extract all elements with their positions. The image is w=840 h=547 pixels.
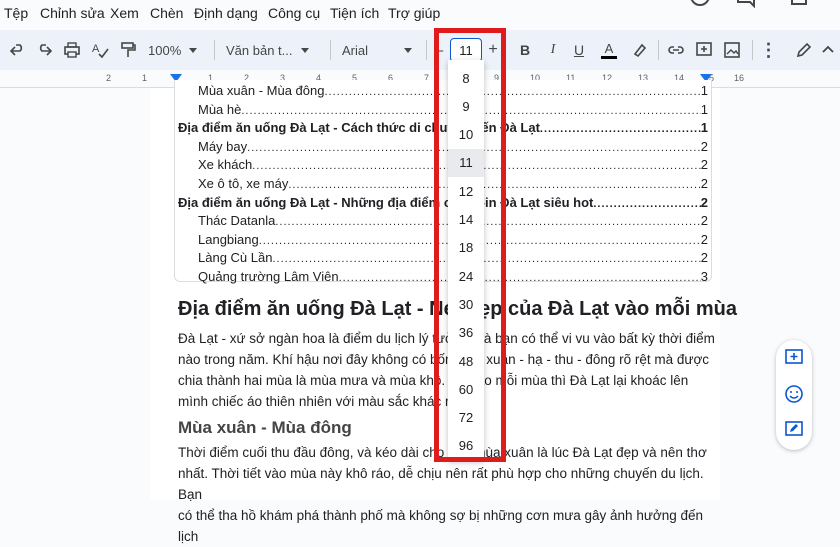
menu-help[interactable]: Trợ giúp — [388, 5, 440, 21]
comments-icon[interactable] — [736, 0, 756, 8]
toolbar-divider — [752, 40, 753, 60]
font-value: Arial — [342, 42, 369, 58]
suggest-edits-icon[interactable] — [784, 420, 804, 440]
toc-entry-page: 2 — [700, 231, 708, 247]
zoom-value: 100% — [148, 42, 182, 58]
toc-entry-page: 1 — [700, 120, 708, 136]
toc-entry-title: Mùa hè — [198, 101, 242, 117]
toc-entry-title: Xe ô tô, xe máy — [198, 176, 289, 191]
meet-icon[interactable] — [790, 0, 810, 8]
toc-entry-title: Mùa xuân - Mùa đông — [198, 83, 325, 98]
paragraph-line: nhất. Thời tiết vào mùa này khô ráo, dễ … — [178, 466, 704, 502]
menu-insert[interactable]: Chèn — [150, 5, 183, 21]
toc-entry-title: Langbiang — [198, 231, 259, 247]
toc-leader-dots — [324, 86, 700, 98]
chevron-down-icon — [404, 47, 412, 53]
toc-entry-page: 1 — [700, 101, 708, 117]
toc-entry-page: 2 — [700, 176, 708, 191]
ruler-number: 2 — [106, 73, 112, 83]
toolbar-divider — [214, 40, 215, 60]
link-icon[interactable] — [666, 38, 686, 62]
svg-text:A: A — [92, 43, 100, 55]
toc-entry-page: 2 — [700, 138, 708, 154]
print-icon[interactable] — [62, 38, 82, 62]
text-color-button[interactable]: A — [600, 38, 618, 62]
toc-entry-page: 2 — [700, 157, 708, 173]
add-comment-icon[interactable] — [784, 348, 804, 368]
redo-icon[interactable] — [34, 38, 54, 62]
toolbar-divider — [658, 40, 659, 60]
toc-leader-dots — [339, 272, 701, 284]
toc-entry-title: Địa điểm ăn uống Đà Lạt - Những địa điểm… — [178, 194, 594, 210]
undo-icon[interactable] — [8, 38, 28, 62]
text-color-glyph: A — [604, 40, 614, 56]
toc-entry-page: 3 — [700, 269, 708, 284]
toc-entry-page: 2 — [700, 194, 708, 210]
menu-bar: Tệp Chỉnh sửa Xem Chèn Định dạng Công cụ… — [0, 0, 840, 30]
toolbar: A 100% Văn bản t... Arial – 11 + B I U A… — [0, 30, 840, 70]
menu-edit[interactable]: Chỉnh sửa — [40, 5, 105, 21]
text-color-bar — [601, 55, 617, 59]
more-options-icon[interactable]: ⋮ — [760, 38, 778, 62]
menu-tools[interactable]: Công cụ — [268, 5, 320, 21]
paint-format-icon[interactable] — [118, 38, 138, 62]
toc-entry-title: Thác Datanla — [198, 213, 276, 229]
toc-leader-dots — [593, 198, 700, 210]
doc-subheading: Mùa xuân - Mùa đông — [178, 418, 352, 437]
menu-extensions[interactable]: Tiện ích — [330, 5, 379, 21]
menu-file[interactable]: Tệp — [4, 5, 28, 21]
font-select[interactable]: Arial — [342, 38, 422, 62]
zoom-select[interactable]: 100% — [148, 38, 208, 62]
history-icon[interactable] — [688, 0, 712, 8]
chevron-down-icon — [300, 47, 309, 53]
add-comment-icon[interactable] — [694, 38, 714, 62]
underline-button[interactable]: U — [570, 38, 588, 62]
toolbar-divider — [330, 40, 331, 60]
menu-view[interactable]: Xem — [110, 5, 139, 21]
emoji-reaction-icon[interactable] — [784, 384, 804, 404]
insert-image-icon[interactable] — [722, 38, 742, 62]
toc-entry-title: Máy bay — [198, 138, 248, 154]
highlight-pen-icon[interactable] — [630, 38, 650, 62]
menu-format[interactable]: Định dạng — [194, 5, 258, 21]
ruler-number: 16 — [734, 73, 745, 83]
toc-entry-title: Làng Cù Lần — [198, 250, 273, 266]
style-value: Văn bản t... — [226, 42, 293, 58]
toc-leader-dots — [540, 123, 701, 135]
collapse-menus-icon[interactable] — [818, 38, 838, 62]
italic-button[interactable]: I — [544, 38, 562, 62]
toc-entry-title: Quảng trường Lâm Viên — [198, 269, 339, 284]
toc-entry-page: 1 — [700, 83, 708, 98]
spellcheck-icon[interactable]: A — [90, 38, 110, 62]
toc-entry-page: 2 — [700, 213, 708, 229]
side-action-panel — [776, 340, 812, 450]
toolbar-divider — [426, 40, 427, 60]
paragraph-line: có thể tha hồ khám phá thành phố mà khôn… — [178, 508, 704, 544]
chevron-down-icon — [189, 47, 198, 53]
toc-entry-page: 2 — [700, 250, 708, 266]
ruler-number: 1 — [142, 73, 148, 83]
bold-button[interactable]: B — [516, 38, 534, 62]
red-highlight-box — [434, 28, 506, 462]
pencil-edit-icon[interactable] — [794, 38, 814, 62]
style-select[interactable]: Văn bản t... — [226, 38, 322, 62]
toc-entry-title: Xe khách — [198, 157, 253, 173]
